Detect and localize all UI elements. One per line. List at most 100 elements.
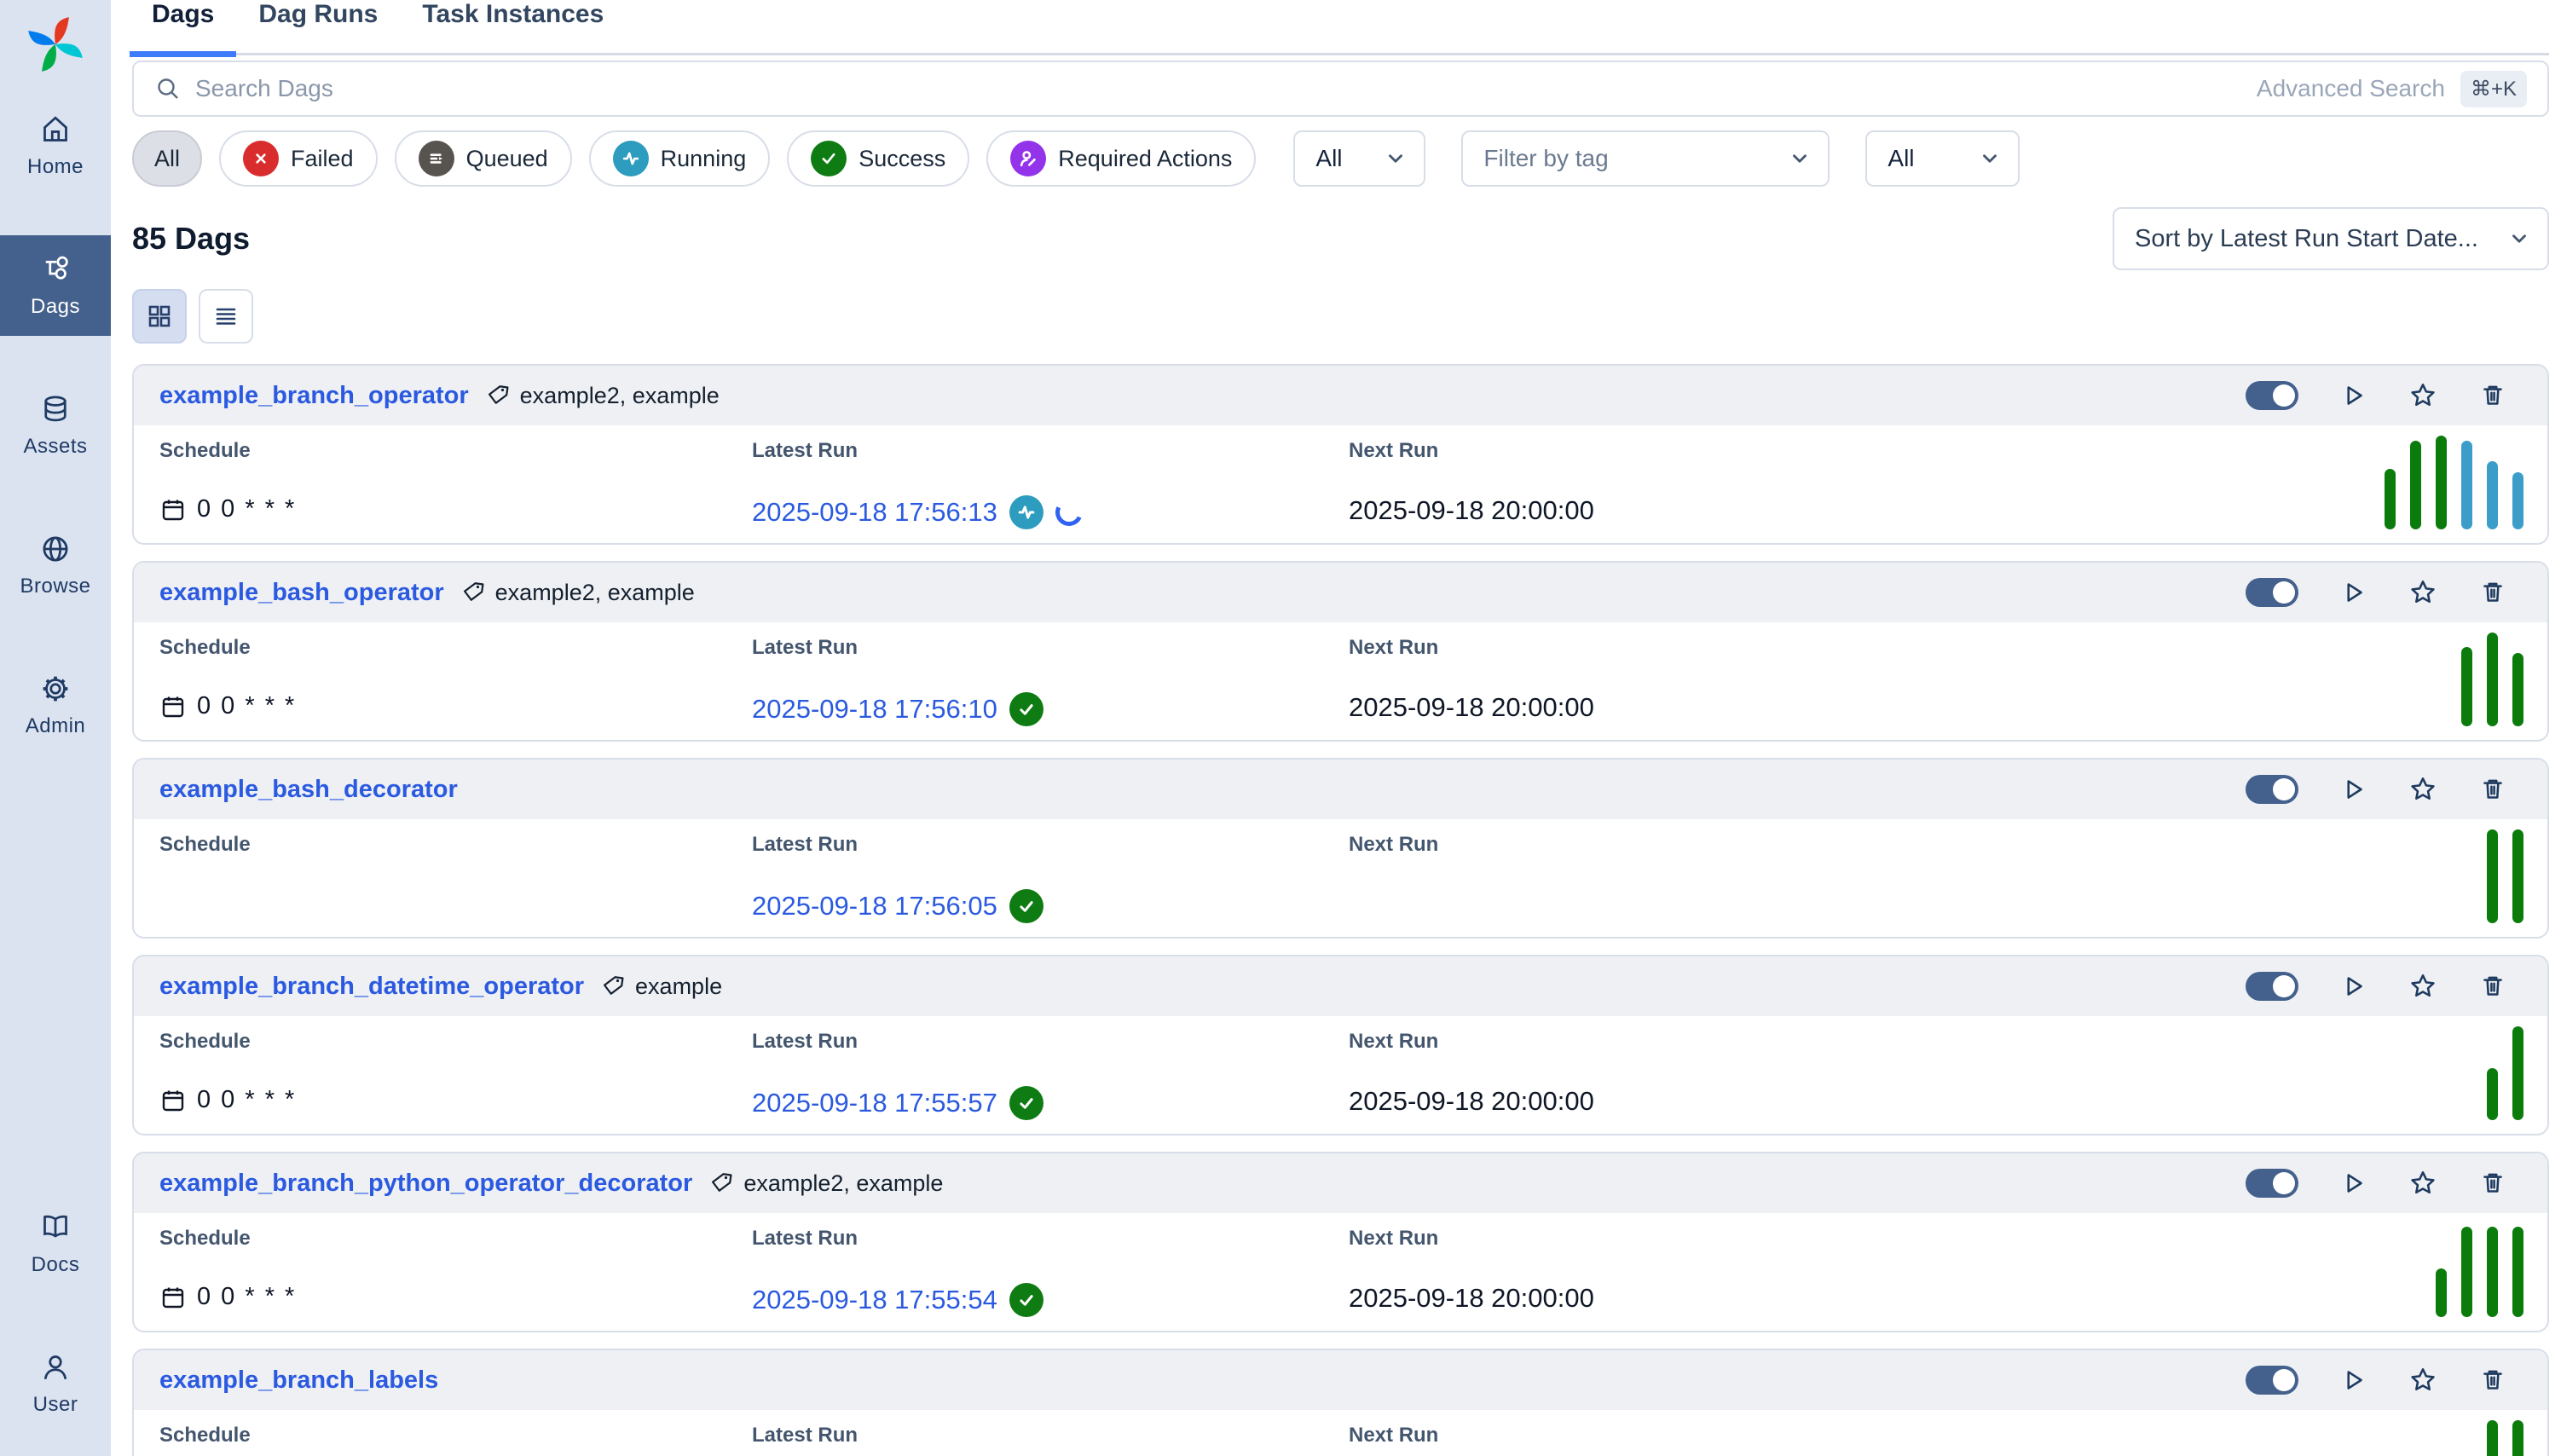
advanced-search-link[interactable]: Advanced Search [2257,75,2445,102]
required-actions-icon [1010,141,1046,176]
pause-toggle[interactable] [2246,1169,2298,1198]
pause-toggle[interactable] [2246,381,2298,410]
filter-chip-all[interactable]: All [132,130,202,187]
filter-chip-running[interactable]: Running [589,130,771,187]
favorite-button[interactable] [2408,971,2438,1002]
latest-run-link[interactable]: 2025-09-18 17:55:54 [752,1285,997,1315]
schedule-value: 0 0 * * * [159,692,752,720]
filter-chip-success[interactable]: Success [787,130,969,187]
run-bar[interactable] [2487,461,2498,529]
tab-task-instances[interactable]: Task Instances [400,0,626,57]
sidebar-item-assets[interactable]: Assets [0,375,111,476]
favorite-button[interactable] [2408,380,2438,411]
state-select[interactable]: All [1293,130,1425,187]
dag-name-link[interactable]: example_branch_python_operator_decorator [159,1170,692,1198]
sidebar-item-docs[interactable]: Docs [0,1193,111,1294]
favorite-button[interactable] [2408,1168,2438,1199]
latest-run-link[interactable]: 2025-09-18 17:56:05 [752,891,997,922]
sidebar-item-home[interactable]: Home [0,95,111,196]
delete-button[interactable] [2477,774,2508,805]
trigger-run-button[interactable] [2338,971,2368,1002]
run-status-badge [1009,889,1043,923]
sidebar-item-label: Admin [26,714,86,738]
dag-name-link[interactable]: example_branch_labels [159,1366,438,1395]
calendar-icon [159,496,187,523]
run-bar[interactable] [2461,647,2472,726]
dag-name-link[interactable]: example_branch_datetime_operator [159,973,584,1001]
sidebar-item-dags[interactable]: Dags [0,235,111,336]
trigger-run-button[interactable] [2338,774,2368,805]
tab-dags[interactable]: Dags [130,0,236,57]
filter-chip-required-actions[interactable]: Required Actions [986,130,1256,187]
run-bar[interactable] [2512,829,2523,923]
schedule-value: 0 0 * * * [159,1086,752,1114]
recent-runs-chart[interactable] [2436,1216,2523,1317]
run-bar[interactable] [2512,1227,2523,1317]
run-bar[interactable] [2487,829,2498,923]
cron-text: 0 0 * * * [197,495,296,523]
recent-runs-chart[interactable] [2487,823,2523,923]
run-bar[interactable] [2410,441,2421,529]
schedule-label: Schedule [159,833,752,857]
run-bar[interactable] [2487,1420,2498,1456]
dag-name-link[interactable]: example_bash_operator [159,579,444,607]
favorite-button[interactable] [2408,774,2438,805]
pause-toggle[interactable] [2246,972,2298,1001]
dag-name-link[interactable]: example_branch_operator [159,382,469,410]
favorite-button[interactable] [2408,1365,2438,1395]
run-bar[interactable] [2512,1026,2523,1120]
run-bar[interactable] [2512,1420,2523,1456]
delete-button[interactable] [2477,577,2508,608]
latest-run-link[interactable]: 2025-09-18 17:56:13 [752,497,997,528]
sort-select[interactable]: Sort by Latest Run Start Date... [2113,207,2549,270]
dag-tags-text: example2, example [743,1170,943,1197]
star-icon [2408,1365,2438,1395]
delete-button[interactable] [2477,1168,2508,1199]
run-bar[interactable] [2385,469,2396,529]
filter-chip-failed[interactable]: Failed [219,130,378,187]
search-bar: Advanced Search ⌘+K [132,61,2549,117]
sidebar-item-admin[interactable]: Admin [0,655,111,755]
trigger-run-button[interactable] [2338,1365,2368,1395]
run-bar[interactable] [2487,1068,2498,1120]
card-view-button[interactable] [132,289,187,344]
delete-button[interactable] [2477,1365,2508,1395]
recent-runs-chart[interactable] [2385,429,2523,529]
search-input[interactable] [195,75,2257,102]
recent-runs-chart[interactable] [2487,1413,2523,1456]
run-bar[interactable] [2512,653,2523,726]
run-bar[interactable] [2512,472,2523,529]
filter-chip-queued[interactable]: Queued [395,130,572,187]
tab-dag-runs[interactable]: Dag Runs [236,0,400,57]
favorite-button[interactable] [2408,577,2438,608]
list-view-button[interactable] [199,289,253,344]
latest-run-link[interactable]: 2025-09-18 17:56:10 [752,694,997,725]
delete-button[interactable] [2477,380,2508,411]
sidebar-item-user[interactable]: User [0,1333,111,1434]
latest-run-link[interactable]: 2025-09-18 17:55:57 [752,1088,997,1118]
paused-select[interactable]: All [1865,130,2020,187]
next-run-label: Next Run [1349,636,1997,660]
pause-toggle[interactable] [2246,1366,2298,1395]
tag-filter-select[interactable]: Filter by tag [1461,130,1830,187]
trash-icon [2477,971,2508,1002]
delete-button[interactable] [2477,971,2508,1002]
sidebar-item-label: Docs [32,1253,80,1277]
pause-toggle[interactable] [2246,775,2298,804]
trigger-run-button[interactable] [2338,577,2368,608]
recent-runs-chart[interactable] [2487,1020,2523,1120]
pause-toggle[interactable] [2246,578,2298,607]
loading-spinner [1051,494,1086,529]
run-bar[interactable] [2436,1268,2447,1317]
view-toggles [132,289,2549,344]
run-bar[interactable] [2487,1227,2498,1317]
recent-runs-chart[interactable] [2461,626,2523,726]
trigger-run-button[interactable] [2338,380,2368,411]
trigger-run-button[interactable] [2338,1168,2368,1199]
sidebar-item-browse[interactable]: Browse [0,515,111,615]
dag-name-link[interactable]: example_bash_decorator [159,776,458,804]
run-bar[interactable] [2461,441,2472,529]
run-bar[interactable] [2487,633,2498,726]
run-bar[interactable] [2461,1227,2472,1317]
run-bar[interactable] [2436,436,2447,529]
